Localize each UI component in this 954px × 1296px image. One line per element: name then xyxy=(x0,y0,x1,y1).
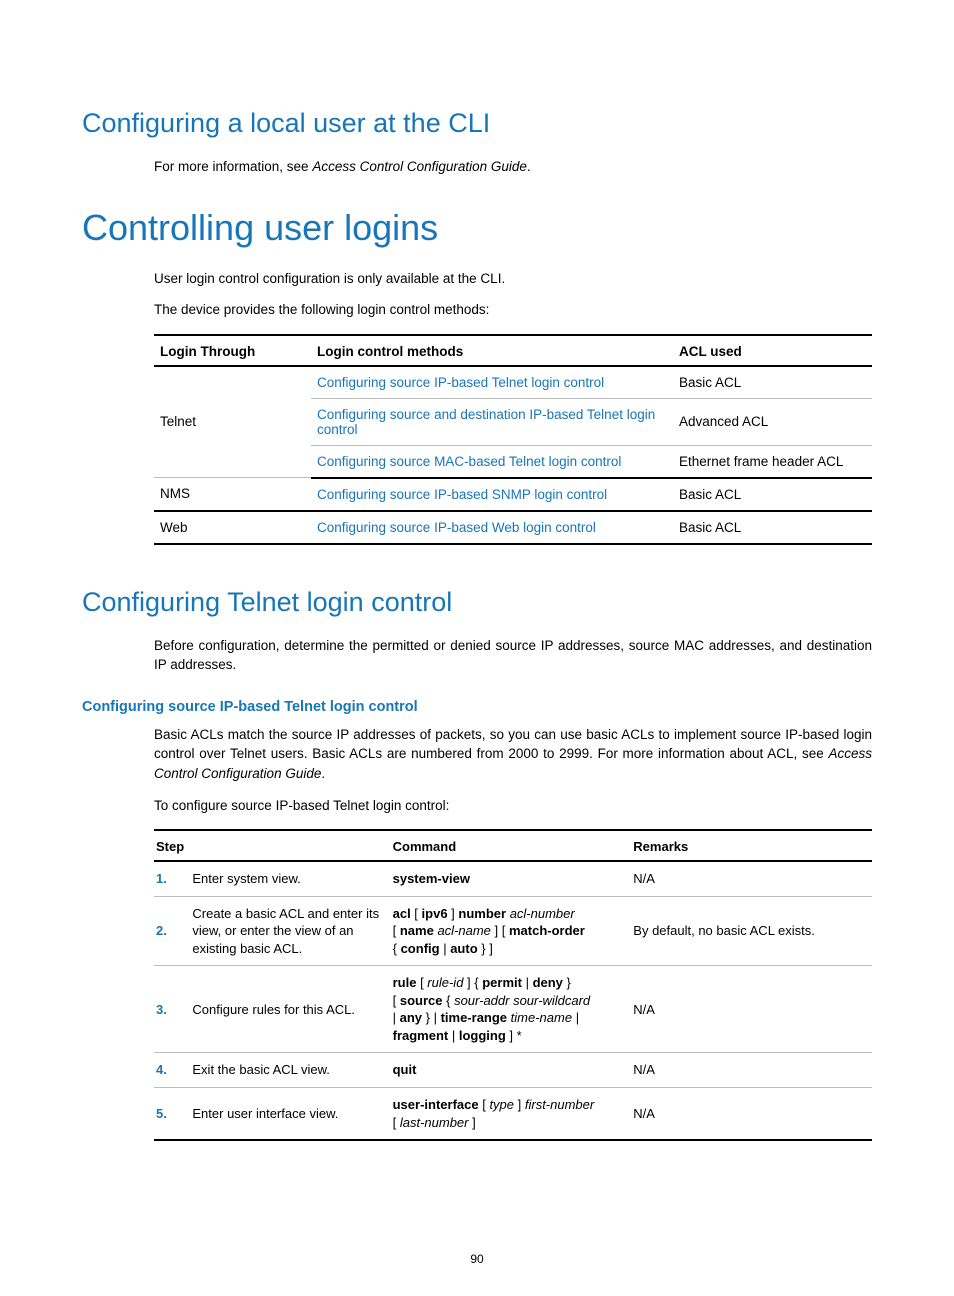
step-command: rule [ rule-id ] { permit | deny }[ sour… xyxy=(391,966,632,1053)
cell-acl: Basic ACL xyxy=(673,478,872,511)
heading-controlling-logins: Controlling user logins xyxy=(82,207,872,249)
step-desc: Enter system view. xyxy=(190,861,390,896)
step-desc: Configure rules for this ACL. xyxy=(190,966,390,1053)
para-telnet-1: Before configuration, determine the perm… xyxy=(154,636,872,675)
text: Basic ACLs match the source IP addresses… xyxy=(154,727,872,762)
cell-acl: Ethernet frame header ACL xyxy=(673,445,872,478)
link-method[interactable]: Configuring source MAC-based Telnet logi… xyxy=(317,454,621,469)
link-method[interactable]: Configuring source IP-based Telnet login… xyxy=(317,375,604,390)
th-remarks: Remarks xyxy=(631,830,872,861)
cell-method: Configuring source IP-based Telnet login… xyxy=(311,366,673,399)
heading-telnet-login: Configuring Telnet login control xyxy=(82,587,872,618)
link-method[interactable]: Configuring source IP-based SNMP login c… xyxy=(317,487,607,502)
para-srcip-2: To configure source IP-based Telnet logi… xyxy=(154,796,872,816)
heading-src-ip-telnet: Configuring source IP-based Telnet login… xyxy=(82,699,872,715)
para-ctrl-2: The device provides the following login … xyxy=(154,300,872,320)
cell-acl: Basic ACL xyxy=(673,511,872,544)
step-remarks: N/A xyxy=(631,861,872,896)
cell-login-through: NMS xyxy=(154,478,311,511)
step-desc: Create a basic ACL and enter its view, o… xyxy=(190,896,390,966)
step-remarks: By default, no basic ACL exists. xyxy=(631,896,872,966)
th-step: Step xyxy=(154,830,391,861)
step-remarks: N/A xyxy=(631,966,872,1053)
cell-login-through: Telnet xyxy=(154,366,311,478)
step-number: 5. xyxy=(154,1087,190,1140)
para-srcip-1: Basic ACLs match the source IP addresses… xyxy=(154,725,872,784)
ref-guide: Access Control Configuration Guide xyxy=(312,159,527,174)
para-local-user-ref: For more information, see Access Control… xyxy=(154,157,872,177)
step-command: system-view xyxy=(391,861,632,896)
step-number: 2. xyxy=(154,896,190,966)
text: . xyxy=(321,766,325,781)
cell-method: Configuring source MAC-based Telnet logi… xyxy=(311,445,673,478)
cell-method: Configuring source IP-based Web login co… xyxy=(311,511,673,544)
th-command: Command xyxy=(391,830,632,861)
step-remarks: N/A xyxy=(631,1087,872,1140)
step-number: 1. xyxy=(154,861,190,896)
cell-login-through: Web xyxy=(154,511,311,544)
page-number: 90 xyxy=(0,1252,954,1266)
cell-acl: Advanced ACL xyxy=(673,398,872,445)
link-method[interactable]: Configuring source and destination IP-ba… xyxy=(317,407,655,437)
step-desc: Exit the basic ACL view. xyxy=(190,1053,390,1088)
step-desc: Enter user interface view. xyxy=(190,1087,390,1140)
th-login-through: Login Through xyxy=(154,335,311,366)
th-acl: ACL used xyxy=(673,335,872,366)
step-command: acl [ ipv6 ] number acl-number[ name acl… xyxy=(391,896,632,966)
cell-method: Configuring source and destination IP-ba… xyxy=(311,398,673,445)
cell-acl: Basic ACL xyxy=(673,366,872,399)
text: For more information, see xyxy=(154,159,312,174)
steps-table: Step Command Remarks 1.Enter system view… xyxy=(154,829,872,1141)
link-method[interactable]: Configuring source IP-based Web login co… xyxy=(317,520,596,535)
th-methods: Login control methods xyxy=(311,335,673,366)
step-command: user-interface [ type ] first-number[ la… xyxy=(391,1087,632,1140)
step-remarks: N/A xyxy=(631,1053,872,1088)
text: . xyxy=(527,159,531,174)
cell-method: Configuring source IP-based SNMP login c… xyxy=(311,478,673,511)
login-methods-table: Login Through Login control methods ACL … xyxy=(154,334,872,545)
step-number: 4. xyxy=(154,1053,190,1088)
step-number: 3. xyxy=(154,966,190,1053)
heading-local-user: Configuring a local user at the CLI xyxy=(82,108,872,139)
para-ctrl-1: User login control configuration is only… xyxy=(154,269,872,289)
step-command: quit xyxy=(391,1053,632,1088)
